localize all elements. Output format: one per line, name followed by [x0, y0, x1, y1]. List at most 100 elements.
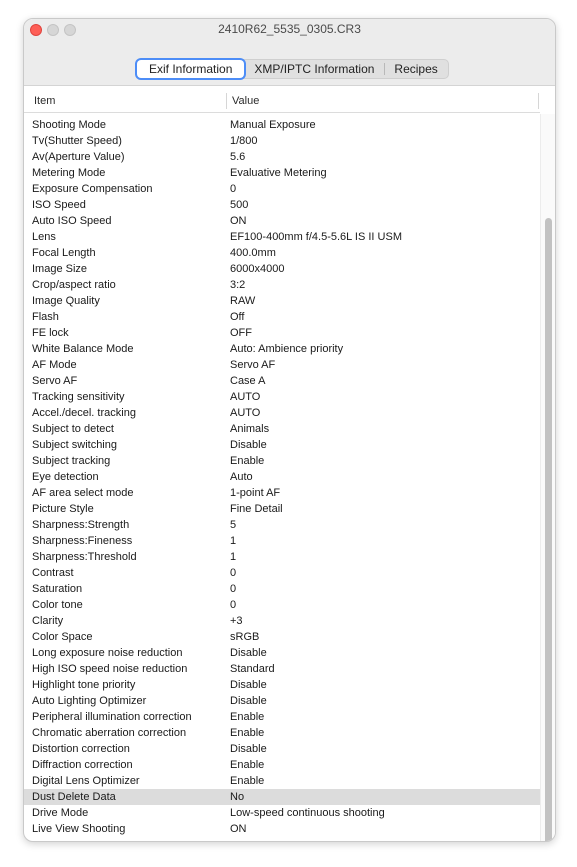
column-divider[interactable]: [226, 93, 227, 109]
table-row[interactable]: Tracking sensitivity AUTO: [24, 389, 540, 405]
row-item-cell: Highlight tone priority: [32, 679, 136, 691]
table-row[interactable]: Drive Mode Low-speed continuous shooting: [24, 805, 540, 821]
table-row[interactable]: High ISO speed noise reduction Standard: [24, 661, 540, 677]
table-row[interactable]: Distortion correction Disable: [24, 741, 540, 757]
row-item-cell: Sharpness:Fineness: [32, 535, 133, 547]
table-row[interactable]: Eye detection Auto: [24, 469, 540, 485]
table-row[interactable]: Metering Mode Evaluative Metering: [24, 165, 540, 181]
row-value-cell: 400.0mm: [230, 247, 276, 259]
row-item-cell: Focal Length: [32, 247, 96, 259]
row-value-cell: ON: [230, 215, 247, 227]
row-item-cell: Contrast: [32, 567, 74, 579]
table-row[interactable]: Sharpness:Strength 5: [24, 517, 540, 533]
table-row[interactable]: Crop/aspect ratio 3:2: [24, 277, 540, 293]
table-row[interactable]: Exposure Compensation 0: [24, 181, 540, 197]
table-row[interactable]: Flash Off: [24, 309, 540, 325]
column-header-value[interactable]: Value: [232, 95, 259, 107]
row-value-cell: Case A: [230, 375, 266, 387]
row-value-cell: EF100-400mm f/4.5-5.6L IS II USM: [230, 231, 402, 243]
row-value-cell: No: [230, 791, 245, 803]
row-value-cell: 0: [230, 583, 237, 595]
row-value-cell: Animals: [230, 423, 270, 435]
scrollbar-thumb[interactable]: [545, 218, 552, 841]
table-row[interactable]: Sharpness:Threshold 1: [24, 549, 540, 565]
tab-exif-information[interactable]: Exif Information: [137, 60, 245, 78]
table-row[interactable]: Focal Length 400.0mm: [24, 245, 540, 261]
row-item-cell: Image Quality: [32, 295, 100, 307]
row-item-cell: ISO Speed: [32, 199, 86, 211]
table-row[interactable]: Chromatic aberration correction Enable: [24, 725, 540, 741]
table-row[interactable]: Color Space sRGB: [24, 629, 540, 645]
row-value-cell: Disable: [230, 439, 267, 451]
table-row[interactable]: Accel./decel. tracking AUTO: [24, 405, 540, 421]
column-divider: [538, 93, 539, 109]
table-row[interactable]: White Balance Mode Auto: Ambience priorit…: [24, 341, 540, 357]
row-item-cell: Subject tracking: [32, 455, 111, 467]
row-value-cell: Enable: [230, 759, 265, 771]
row-item-cell: Shooting Mode: [32, 119, 106, 131]
row-item-cell: Clarity: [32, 615, 64, 627]
table-row[interactable]: Subject switching Disable: [24, 437, 540, 453]
table-row[interactable]: Subject to detect Animals: [24, 421, 540, 437]
table-row[interactable]: Picture Style Fine Detail: [24, 501, 540, 517]
row-value-cell: RAW: [230, 295, 256, 307]
row-item-cell: Exposure Compensation: [32, 183, 153, 195]
row-item-cell: White Balance Mode: [32, 343, 134, 355]
vertical-scrollbar[interactable]: [540, 114, 555, 841]
table-row[interactable]: ISO Speed 500: [24, 197, 540, 213]
table-row[interactable]: Tv(Shutter Speed) 1/800: [24, 133, 540, 149]
table-row[interactable]: Image Size 6000x4000: [24, 261, 540, 277]
table-row[interactable]: Color tone 0: [24, 597, 540, 613]
row-item-cell: Drive Mode: [32, 807, 89, 819]
tab-xmp-iptc-information[interactable]: XMP/IPTC Information: [244, 60, 384, 78]
table-row[interactable]: Live View Shooting ON: [24, 821, 540, 837]
row-value-cell: Enable: [230, 727, 265, 739]
row-value-cell: 5: [230, 519, 237, 531]
table-row[interactable]: Digital Lens Optimizer Enable: [24, 773, 540, 789]
row-item-cell: Dust Delete Data: [32, 791, 116, 803]
table-row[interactable]: Saturation 0: [24, 581, 540, 597]
table-row[interactable]: Highlight tone priority Disable: [24, 677, 540, 693]
table-row[interactable]: FE lock OFF: [24, 325, 540, 341]
row-item-cell: Distortion correction: [32, 743, 130, 755]
table-row[interactable]: Sharpness:Fineness 1: [24, 533, 540, 549]
row-item-cell: Color Space: [32, 631, 93, 643]
row-value-cell: 5.6: [230, 151, 246, 163]
table-row[interactable]: Subject tracking Enable: [24, 453, 540, 469]
table-row[interactable]: Image Quality RAW: [24, 293, 540, 309]
tab-recipes[interactable]: Recipes: [384, 60, 447, 78]
table-row[interactable]: Clarity +3: [24, 613, 540, 629]
row-value-cell: Enable: [230, 711, 265, 723]
table-row[interactable]: Dust Delete Data No: [24, 789, 540, 805]
table-row[interactable]: Servo AF Case A: [24, 373, 540, 389]
row-item-cell: Sharpness:Strength: [32, 519, 130, 531]
row-item-cell: Flash: [32, 311, 59, 323]
table-row[interactable]: Peripheral illumination correction Enable: [24, 709, 540, 725]
row-value-cell: 6000x4000: [230, 263, 285, 275]
row-value-cell: Auto: [230, 471, 253, 483]
table-row[interactable]: Lens EF100-400mm f/4.5-5.6L IS II USM: [24, 229, 540, 245]
row-value-cell: AUTO: [230, 391, 261, 403]
row-value-cell: Servo AF: [230, 359, 276, 371]
table-row[interactable]: Long exposure noise reduction Disable: [24, 645, 540, 661]
row-value-cell: ON: [230, 823, 247, 835]
table-row[interactable]: AF area select mode 1-point AF: [24, 485, 540, 501]
row-value-cell: Standard: [230, 663, 275, 675]
table-row[interactable]: AF Mode Servo AF: [24, 357, 540, 373]
table-row[interactable]: Auto ISO Speed ON: [24, 213, 540, 229]
row-item-cell: Accel./decel. tracking: [32, 407, 136, 419]
table-row[interactable]: Shooting Mode Manual Exposure: [24, 117, 540, 133]
table-row[interactable]: Diffraction correction Enable: [24, 757, 540, 773]
row-item-cell: Auto Lighting Optimizer: [32, 695, 147, 707]
row-value-cell: +3: [230, 615, 243, 627]
column-header-item[interactable]: Item: [34, 95, 55, 107]
row-item-cell: Auto ISO Speed: [32, 215, 112, 227]
table-row[interactable]: Contrast 0: [24, 565, 540, 581]
row-item-cell: Diffraction correction: [32, 759, 133, 771]
table-row[interactable]: Auto Lighting Optimizer Disable: [24, 693, 540, 709]
row-item-cell: AF area select mode: [32, 487, 134, 499]
table-row[interactable]: Av(Aperture Value) 5.6: [24, 149, 540, 165]
row-item-cell: Peripheral illumination correction: [32, 711, 192, 723]
row-value-cell: 3:2: [230, 279, 246, 291]
row-item-cell: Subject switching: [32, 439, 117, 451]
